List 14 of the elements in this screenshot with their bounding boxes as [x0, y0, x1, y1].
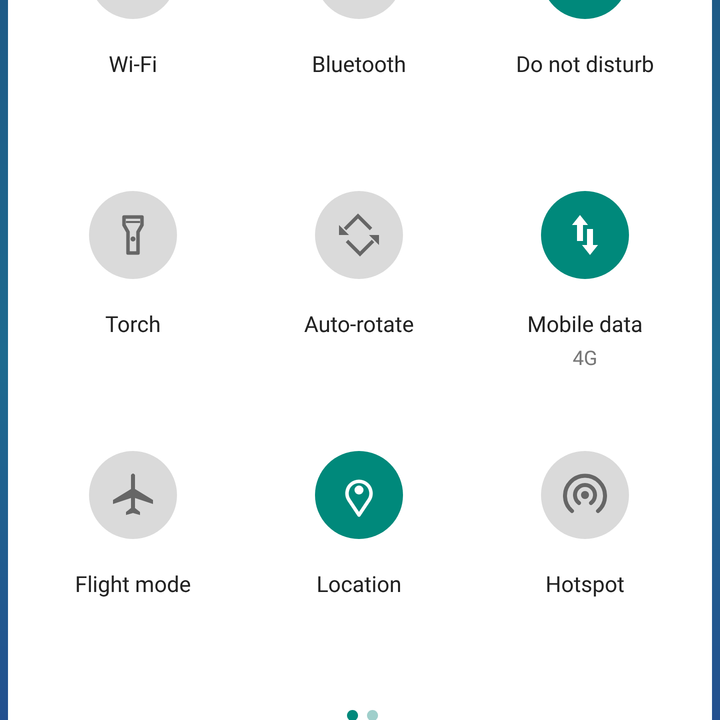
page-indicator-dot[interactable] — [366, 710, 378, 720]
tile-label: Location — [316, 573, 402, 599]
tile-label: Do not disturb — [516, 53, 654, 79]
tile-label: Auto-rotate — [304, 313, 414, 339]
tile-label: Hotspot — [546, 573, 624, 599]
tile-label: Flight mode — [75, 573, 191, 599]
page-indicator-dot[interactable] — [346, 710, 358, 720]
airplane-icon — [111, 473, 155, 517]
tile-sublabel: 4G — [572, 345, 598, 371]
tile-label: Wi-Fi — [108, 53, 158, 79]
rotate-icon — [337, 213, 381, 257]
tile-label: Bluetooth — [312, 53, 406, 79]
tile-label: Mobile data — [527, 313, 643, 339]
tile-label: Torch — [105, 313, 161, 339]
